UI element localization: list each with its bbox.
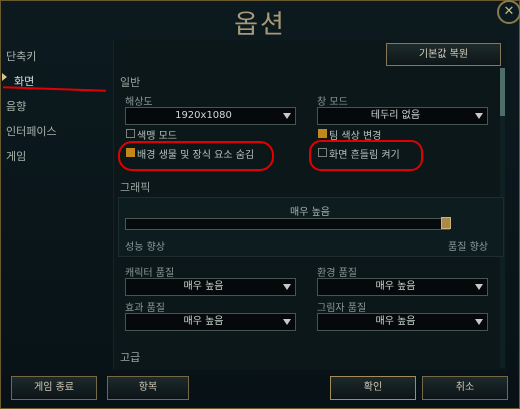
window-mode-select[interactable]: 테두리 없음	[317, 107, 488, 125]
resolution-value: 1920x1080	[175, 110, 232, 121]
shadow-quality-label: 그림자 품질	[317, 303, 367, 314]
shadow-quality-select[interactable]: 매우 높음	[317, 313, 488, 331]
sidebar-item-sound[interactable]: 음향	[6, 98, 26, 114]
surrender-button[interactable]: 항복	[107, 376, 189, 400]
active-marker-icon	[2, 73, 7, 81]
dropdown-arrow-icon	[475, 284, 483, 290]
shadow-quality-value: 매우 높음	[375, 316, 416, 327]
annotation-circle	[309, 140, 423, 171]
colorblind-label: 색맹 모드	[137, 131, 177, 142]
dropdown-arrow-icon	[283, 319, 291, 325]
quit-game-button[interactable]: 게임 종료	[11, 376, 97, 400]
resolution-select[interactable]: 1920x1080	[125, 107, 296, 125]
environment-quality-select[interactable]: 매우 높음	[317, 278, 488, 296]
effects-quality-select[interactable]: 매우 높음	[125, 313, 296, 331]
sidebar-item-hotkeys[interactable]: 단축키	[6, 48, 36, 64]
character-quality-value: 매우 높음	[183, 281, 224, 292]
environment-quality-value: 매우 높음	[375, 281, 416, 292]
graphics-quality-slider[interactable]	[125, 218, 450, 230]
dropdown-arrow-icon	[475, 319, 483, 325]
cancel-button[interactable]: 취소	[422, 376, 508, 400]
scroll-thumb[interactable]	[500, 68, 505, 116]
team-colors-checkbox[interactable]	[318, 129, 327, 138]
dropdown-arrow-icon	[283, 113, 291, 119]
annotation-circle	[118, 141, 274, 171]
window-mode-label: 창 모드	[317, 97, 348, 108]
ok-button[interactable]: 확인	[330, 376, 416, 400]
close-icon[interactable]: ✕	[497, 0, 520, 24]
dropdown-arrow-icon	[283, 284, 291, 290]
sidebar-item-interface[interactable]: 인터페이스	[6, 123, 57, 139]
advanced-heading: 고급	[120, 351, 141, 364]
quality-label: 품질 향상	[448, 242, 488, 253]
restore-defaults-button[interactable]: 기본값 복원	[386, 43, 501, 66]
window-mode-value: 테두리 없음	[370, 110, 421, 121]
character-quality-select[interactable]: 매우 높음	[125, 278, 296, 296]
effects-quality-label: 효과 품질	[125, 303, 165, 314]
graphics-quality-value: 매우 높음	[290, 207, 330, 218]
performance-label: 성능 향상	[125, 242, 165, 253]
window-title: 옵션	[234, 10, 286, 40]
graphics-heading: 그래픽	[120, 181, 151, 194]
character-quality-label: 캐릭터 품질	[125, 268, 175, 279]
colorblind-checkbox[interactable]	[126, 129, 135, 138]
general-heading: 일반	[120, 76, 141, 89]
effects-quality-value: 매우 높음	[183, 316, 224, 327]
environment-quality-label: 환경 품질	[317, 268, 357, 279]
resolution-label: 해상도	[125, 97, 153, 108]
dropdown-arrow-icon	[475, 113, 483, 119]
slider-thumb[interactable]	[441, 217, 451, 229]
sidebar-item-game[interactable]: 게임	[6, 148, 26, 164]
